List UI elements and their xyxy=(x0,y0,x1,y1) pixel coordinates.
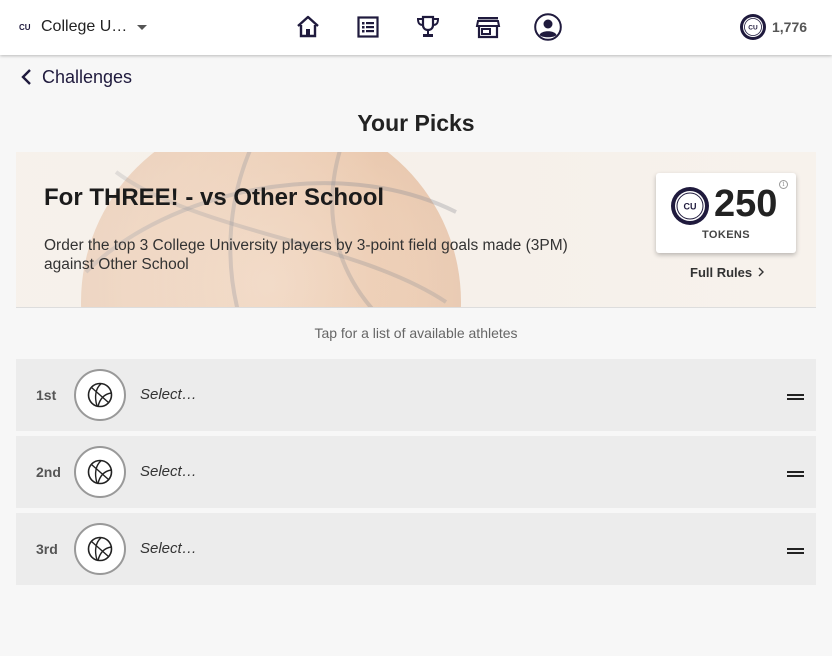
basketball-icon xyxy=(87,536,113,562)
back-to-challenges-link[interactable]: Challenges xyxy=(20,64,132,90)
athlete-avatar xyxy=(74,523,126,575)
page-title: Your Picks xyxy=(357,110,475,136)
drag-handle-icon[interactable] xyxy=(787,471,804,477)
athlete-avatar xyxy=(74,446,126,498)
select-athlete-placeholder: Select… xyxy=(140,540,197,557)
select-athlete-placeholder: Select… xyxy=(140,463,197,480)
token-balance-amount: 1,776 xyxy=(772,19,808,35)
challenge-description: Order the top 3 College University playe… xyxy=(44,237,568,273)
coin-logo-text: CU xyxy=(684,202,697,212)
challenge-title: For THREE! - vs Other School xyxy=(44,184,385,211)
token-balance[interactable]: CU 1,776 xyxy=(739,13,807,41)
chevron-left-icon xyxy=(21,69,31,85)
pick-rank: 2nd xyxy=(36,464,61,480)
back-label: Challenges xyxy=(42,66,133,87)
reward-unit: TOKENS xyxy=(701,229,751,241)
basketball-icon xyxy=(87,382,113,408)
trophy-icon xyxy=(416,15,440,37)
school-name: College U… xyxy=(41,18,128,35)
nav-store-button[interactable] xyxy=(474,13,502,41)
home-icon xyxy=(297,15,319,38)
school-logo-icon: CU xyxy=(19,22,33,32)
nav-trophy-button[interactable] xyxy=(414,13,442,41)
nav-home-button[interactable] xyxy=(294,13,322,41)
athlete-list-hint: Tap for a list of available athletes xyxy=(314,325,518,341)
coin-logo-text: CU xyxy=(748,25,758,32)
store-icon xyxy=(475,17,501,39)
pick-slot-2[interactable]: 2nd Select… xyxy=(16,436,816,508)
full-rules-label: Full Rules xyxy=(690,264,753,280)
info-icon[interactable]: i xyxy=(779,180,788,189)
challenge-banner: For THREE! - vs Other School Order the t… xyxy=(16,152,816,308)
pick-rank: 1st xyxy=(36,387,57,403)
profile-icon xyxy=(534,13,562,41)
school-selector[interactable]: CU College U… xyxy=(19,14,148,40)
token-coin-icon: CU xyxy=(671,187,709,225)
pick-slot-3[interactable]: 3rd Select… xyxy=(16,513,816,585)
top-bar: CU College U… CU 1,776 xyxy=(0,0,832,55)
select-athlete-placeholder: Select… xyxy=(140,386,197,403)
basketball-icon xyxy=(87,459,113,485)
svg-text:CU: CU xyxy=(19,23,31,32)
pick-slot-1[interactable]: 1st Select… xyxy=(16,359,816,431)
pick-rank: 3rd xyxy=(36,541,58,557)
token-coin-icon: CU xyxy=(740,14,766,40)
athlete-avatar xyxy=(74,369,126,421)
list-icon xyxy=(357,16,379,38)
drag-handle-icon[interactable] xyxy=(787,548,804,554)
chevron-right-icon xyxy=(758,267,765,277)
nav-profile-button[interactable] xyxy=(534,13,562,41)
reward-card: CU 250 TOKENS i xyxy=(656,173,796,253)
drag-handle-icon[interactable] xyxy=(787,394,804,400)
nav-list-button[interactable] xyxy=(354,13,382,41)
full-rules-link[interactable]: Full Rules xyxy=(690,264,765,280)
caret-down-icon xyxy=(137,24,148,30)
reward-value: 250 xyxy=(714,183,778,225)
